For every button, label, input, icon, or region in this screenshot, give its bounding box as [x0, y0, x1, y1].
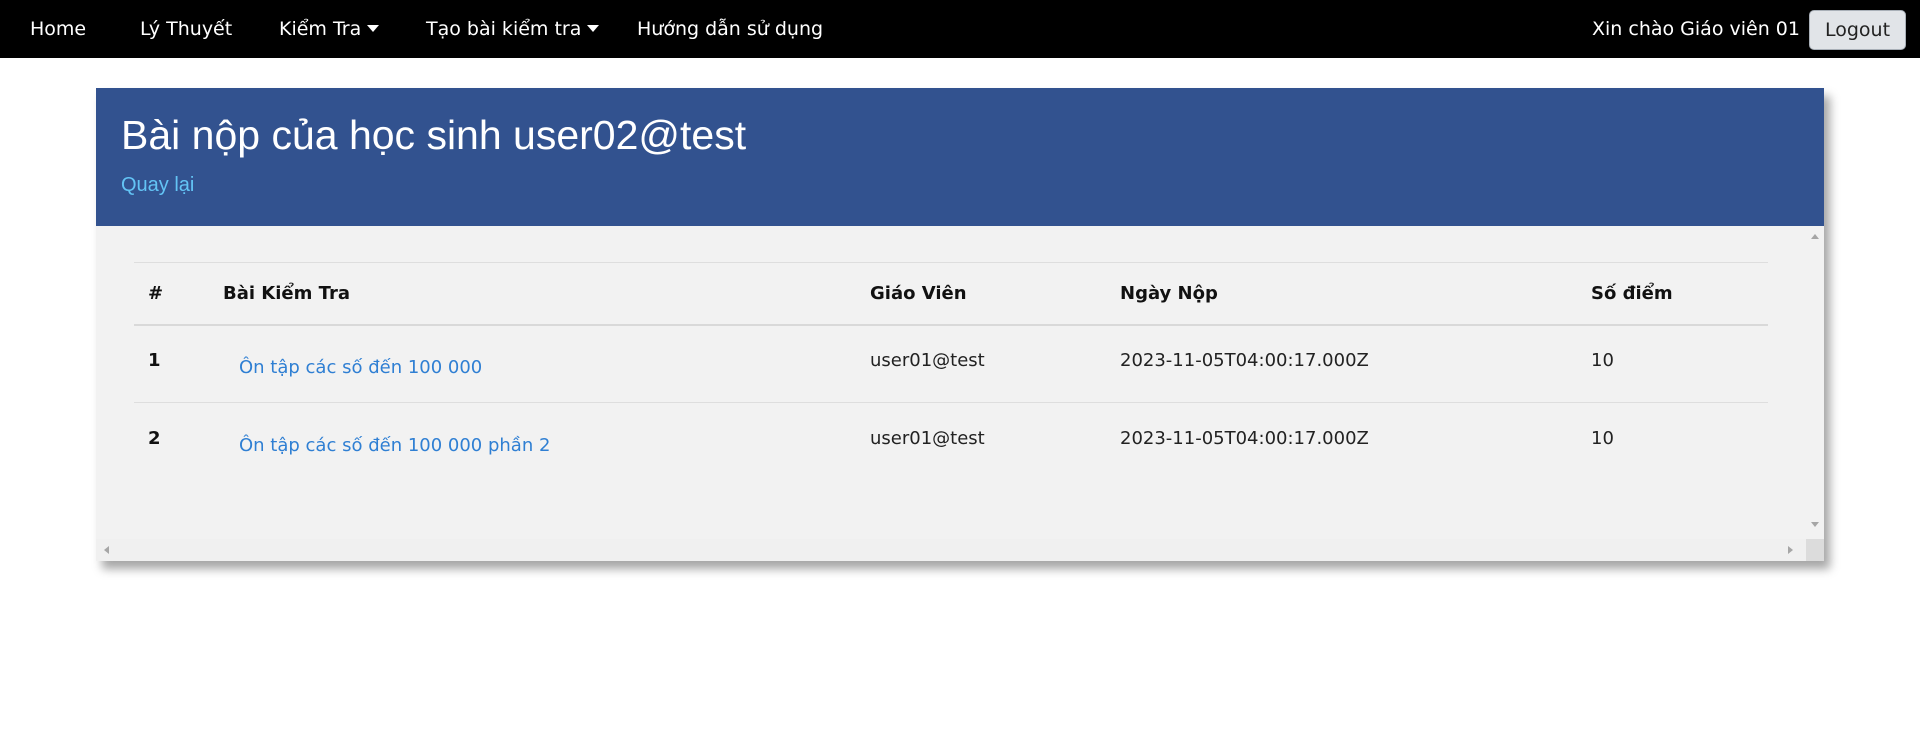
- row-score: 10: [1591, 428, 1614, 449]
- table-top-border: [134, 262, 1768, 263]
- top-navbar: Home Lý Thuyết Kiểm Tra Tạo bài kiểm tra…: [0, 0, 1920, 58]
- horizontal-scrollbar[interactable]: [96, 539, 1806, 561]
- vertical-scrollbar[interactable]: [1806, 226, 1824, 536]
- table-header-divider: [134, 324, 1768, 326]
- submissions-table: # Bài Kiểm Tra Giáo Viên Ngày Nộp Số điể…: [96, 226, 1824, 561]
- row-index: 2: [148, 428, 161, 449]
- caret-down-icon: [587, 25, 600, 32]
- column-header-score: Số điểm: [1591, 283, 1673, 304]
- nav-tests-dropdown[interactable]: Kiểm Tra: [279, 0, 380, 58]
- test-link[interactable]: Ôn tập các số đến 100 000: [239, 357, 482, 378]
- back-link[interactable]: Quay lại: [121, 174, 194, 197]
- row-teacher: user01@test: [870, 428, 985, 449]
- scroll-up-icon[interactable]: [1811, 234, 1819, 239]
- nav-guide[interactable]: Hướng dẫn sử dụng: [637, 0, 823, 58]
- submissions-card: Bài nộp của học sinh user02@test Quay lạ…: [96, 88, 1824, 561]
- row-submitted-date: 2023-11-05T04:00:17.000Z: [1120, 350, 1369, 371]
- nav-theory[interactable]: Lý Thuyết: [140, 0, 232, 58]
- column-header-submitted: Ngày Nộp: [1120, 283, 1218, 304]
- test-link[interactable]: Ôn tập các số đến 100 000 phần 2: [239, 435, 550, 456]
- scroll-right-icon[interactable]: [1788, 546, 1793, 554]
- row-index: 1: [148, 350, 161, 371]
- scroll-down-icon[interactable]: [1811, 522, 1819, 527]
- nav-create-test-label: Tạo bài kiểm tra: [426, 18, 582, 40]
- card-header: Bài nộp của học sinh user02@test Quay lạ…: [96, 88, 1824, 226]
- scrollbar-corner: [1806, 539, 1824, 561]
- row-submitted-date: 2023-11-05T04:00:17.000Z: [1120, 428, 1369, 449]
- row-teacher: user01@test: [870, 350, 985, 371]
- row-divider: [134, 402, 1768, 403]
- logout-button[interactable]: Logout: [1809, 10, 1906, 50]
- column-header-teacher: Giáo Viên: [870, 283, 967, 304]
- greeting-text: Xin chào Giáo viên 01: [1592, 18, 1800, 40]
- row-score: 10: [1591, 350, 1614, 371]
- caret-down-icon: [367, 25, 380, 32]
- nav-tests-label: Kiểm Tra: [279, 18, 362, 40]
- scroll-left-icon[interactable]: [104, 546, 109, 554]
- page-title: Bài nộp của học sinh user02@test: [121, 112, 747, 158]
- nav-home[interactable]: Home: [30, 0, 86, 58]
- nav-create-test-dropdown[interactable]: Tạo bài kiểm tra: [426, 0, 600, 58]
- column-header-test: Bài Kiểm Tra: [223, 283, 350, 304]
- column-header-index: #: [148, 283, 164, 304]
